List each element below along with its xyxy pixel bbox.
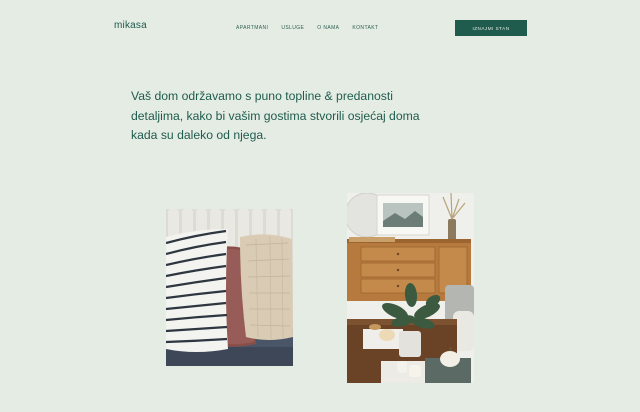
rent-apartment-button[interactable]: IZNAJMI STAN xyxy=(455,20,527,36)
nav-item-apartmani[interactable]: APARTMANI xyxy=(236,25,268,32)
cushions-photo xyxy=(166,209,293,366)
cushions-illustration xyxy=(166,209,293,366)
hero-headline: Vaš dom održavamo s puno topline & preda… xyxy=(131,89,420,142)
nav-item-kontakt[interactable]: KONTAKT xyxy=(352,25,378,32)
main-nav: APARTMANI USLUGE O NAMA KONTAKT xyxy=(236,25,391,32)
living-room-illustration xyxy=(347,193,474,383)
logo[interactable]: mikasa xyxy=(114,20,147,31)
site-header: mikasa APARTMANI USLUGE O NAMA KONTAKT I… xyxy=(0,0,640,56)
living-room-photo xyxy=(347,193,474,383)
nav-item-o-nama[interactable]: O NAMA xyxy=(317,25,339,32)
nav-item-usluge[interactable]: USLUGE xyxy=(281,25,304,32)
